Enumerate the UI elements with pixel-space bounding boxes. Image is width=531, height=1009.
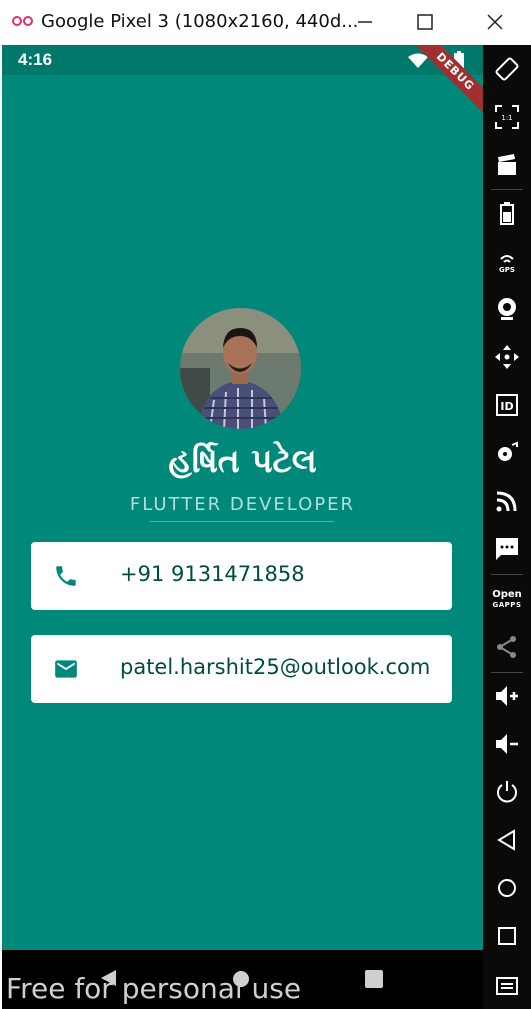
share-icon[interactable] (493, 633, 521, 661)
dpad-icon[interactable] (493, 343, 521, 371)
volume-up-icon[interactable] (493, 682, 521, 710)
profile-title: FLUTTER DEVELOPER (129, 494, 356, 515)
menu-icon[interactable] (493, 972, 521, 1000)
watermark: Free for personal use (6, 972, 302, 1005)
camera-icon[interactable] (493, 295, 521, 323)
app-logo-icon (12, 16, 33, 26)
rotate-icon[interactable] (493, 55, 521, 83)
close-icon[interactable] (478, 8, 512, 36)
email-card[interactable]: patel.harshit25@outlook.com (31, 635, 452, 703)
volume-down-icon[interactable] (493, 730, 521, 758)
toolbar-separator (491, 189, 523, 190)
back-button-icon[interactable] (493, 826, 521, 854)
sms-icon[interactable] (493, 535, 521, 563)
screenrecord-icon[interactable] (493, 151, 521, 179)
media-icon[interactable] (493, 439, 521, 467)
phone-card[interactable]: +91 9131471858 (31, 542, 452, 610)
identity-icon[interactable]: ID (493, 391, 521, 419)
email-address: patel.harshit25@outlook.com (120, 655, 431, 679)
divider (150, 521, 334, 522)
zoom-label: 1:1 (501, 114, 512, 122)
battery-control-icon[interactable] (493, 199, 521, 227)
window-titlebar: Google Pixel 3 (1080x2160, 440d... (0, 0, 531, 46)
toolbar-separator (491, 574, 523, 575)
window-title: Google Pixel 3 (1080x2160, 440d... (41, 11, 359, 32)
maximize-icon[interactable] (408, 8, 442, 36)
recents-icon[interactable] (365, 970, 383, 988)
cast-icon[interactable] (493, 487, 521, 515)
gps-icon[interactable]: GPS (493, 247, 521, 275)
emulator-toolbar: 1:1 GPS ID Open GAPPS (483, 45, 531, 1009)
avatar (180, 308, 301, 429)
power-icon[interactable] (493, 778, 521, 806)
open-gapps-label: Open (492, 589, 522, 600)
home-button-icon[interactable] (493, 874, 521, 902)
status-time: 4:16 (18, 50, 53, 69)
gapps-label: GAPPS (492, 601, 522, 609)
device-screen: 4:16 DEBUG હર્ષિત પટેલ FLUTTER DEVELOPER (2, 45, 483, 950)
toolbar-separator (491, 672, 523, 673)
id-label: ID (500, 400, 513, 413)
phone-number: +91 9131471858 (120, 562, 305, 586)
profile-name: હર્ષિત પટેલ (168, 441, 317, 480)
phone-icon (56, 566, 76, 586)
gps-label: GPS (499, 266, 515, 274)
overview-button-icon[interactable] (493, 922, 521, 950)
profile-photo (180, 308, 301, 429)
minimize-icon[interactable] (348, 8, 382, 36)
fullscreen-icon[interactable]: 1:1 (493, 103, 521, 131)
open-gapps-button[interactable]: Open GAPPS (489, 590, 525, 610)
status-bar: 4:16 (2, 45, 483, 75)
email-icon (55, 660, 77, 678)
